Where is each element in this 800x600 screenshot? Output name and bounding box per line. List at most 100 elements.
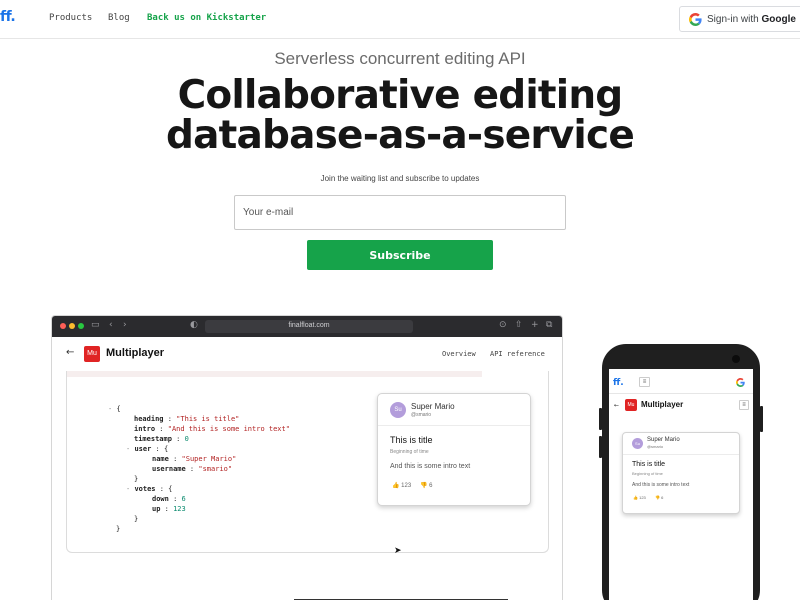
multiplayer-logo: Mu: [84, 346, 100, 362]
code-line-open: - {: [108, 404, 121, 414]
hero-headline: Collaborative editing database-as-a-serv…: [0, 76, 800, 156]
download-icon: ⊙: [499, 320, 507, 330]
phone-downvote-count: 6: [661, 495, 664, 500]
code-string: "Super Mario": [181, 455, 237, 463]
code-brace: }: [134, 475, 139, 483]
phone-menu-icon: ≡: [639, 377, 650, 387]
code-brace: {: [116, 405, 121, 413]
code-line-username: username : "smario": [152, 465, 233, 473]
sidebar-icon: ▭: [91, 320, 100, 330]
thumbs-down-icon: 👎: [420, 483, 428, 489]
code-brace: {: [168, 485, 173, 493]
tabs-overview-icon: ⧉: [546, 320, 553, 330]
code-line-heading: heading : "This is title": [134, 415, 240, 423]
signin-prefix: Sign-in with: [707, 14, 762, 25]
email-input[interactable]: [234, 195, 566, 230]
back-arrow-icon: ←: [66, 347, 75, 358]
code-line-timestamp: timestamp : 0: [134, 435, 189, 443]
code-key: down: [152, 495, 169, 503]
code-brace: {: [163, 445, 169, 453]
phone-upvote-count: 123: [639, 495, 646, 500]
browser-mockup: ▭ ‹ › ◐ finalfloat.com ⊙ ⇧ + ⧉ ← Mu Mult…: [51, 315, 563, 600]
google-signin-label: Sign-in with Google: [707, 14, 796, 25]
nav-link-kickstarter[interactable]: Back us on Kickstarter: [147, 13, 266, 23]
address-bar: finalfloat.com: [205, 320, 413, 333]
code-brace: }: [134, 515, 139, 523]
code-brace: }: [116, 525, 121, 533]
phone-app-title: Multiplayer: [641, 400, 684, 409]
code-string: "This is title": [176, 415, 240, 423]
window-minimize-dot: [69, 323, 75, 329]
upvote-button[interactable]: 👍 123: [392, 482, 411, 489]
downvote-count: 6: [429, 483, 433, 489]
phone-card-author-handle: @smario: [647, 444, 664, 449]
card-author-handle: @smario: [411, 412, 432, 418]
new-tab-icon: +: [531, 320, 539, 330]
code-key: name: [152, 455, 169, 463]
share-icon: ⇧: [515, 320, 523, 330]
window-zoom-dot: [78, 323, 84, 329]
code-number: 6: [181, 495, 186, 503]
phone-card-intro: And this is some intro text: [632, 482, 690, 488]
code-line-up: up : 123: [152, 505, 186, 513]
browser-titlebar: ▭ ‹ › ◐ finalfloat.com ⊙ ⇧ + ⧉: [52, 316, 562, 337]
top-navbar: ff. Products Blog Back us on Kickstarter…: [0, 0, 800, 39]
phone-downvote-button: 👎 6: [655, 495, 663, 500]
code-line-user: - user : {: [126, 445, 169, 453]
thumbs-up-icon: 👍: [392, 483, 400, 489]
headline-line-1: Collaborative editing: [177, 73, 624, 118]
waiting-list-text: Join the waiting list and subscribe to u…: [320, 174, 480, 183]
upvote-count: 123: [401, 483, 412, 489]
thumbs-down-icon: 👎: [655, 495, 660, 500]
nav-link-blog[interactable]: Blog: [108, 13, 130, 23]
google-icon: [689, 13, 702, 26]
collapse-toggle: -: [126, 485, 131, 493]
collapse-toggle: -: [126, 445, 131, 453]
subscribe-button[interactable]: Subscribe: [307, 240, 493, 270]
headline-line-2: database-as-a-service: [166, 113, 635, 158]
code-line-intro: intro : "And this is some intro text": [134, 425, 290, 433]
phone-back-arrow-icon: ←: [614, 402, 620, 409]
mouse-cursor-icon: ➤: [394, 546, 402, 556]
code-key: votes: [134, 485, 156, 493]
phone-nav-divider: [609, 393, 753, 394]
phone-camera: [732, 355, 740, 363]
code-key: heading: [134, 415, 164, 423]
card-author-name: Super Mario: [411, 402, 455, 411]
app-title: Multiplayer: [106, 347, 165, 359]
address-url: finalfloat.com: [288, 322, 330, 329]
code-key: up: [152, 505, 161, 513]
code-line-close: }: [116, 524, 120, 534]
code-key: username: [152, 465, 186, 473]
nav-link-products[interactable]: Products: [49, 13, 92, 23]
phone-mockup: ff. ≡ ← Mu Multiplayer ≡ Su Super Mario …: [602, 344, 760, 600]
site-logo[interactable]: ff.: [0, 9, 16, 25]
code-line-votes: - votes : {: [126, 485, 173, 493]
avatar: Su: [632, 438, 643, 449]
card-divider: [378, 425, 530, 426]
phone-screen: ff. ≡ ← Mu Multiplayer ≡ Su Super Mario …: [609, 369, 753, 600]
nav-back-icon: ‹: [109, 320, 113, 330]
google-signin-button[interactable]: Sign-in with Google: [679, 6, 800, 32]
code-number: 0: [184, 435, 189, 443]
nav-forward-icon: ›: [123, 320, 127, 330]
card-intro: And this is some intro text: [390, 463, 471, 470]
code-line-name: name : "Super Mario": [152, 455, 237, 463]
code-key: timestamp: [134, 435, 172, 443]
phone-card-divider: [623, 454, 739, 455]
phone-google-icon: [736, 378, 745, 387]
tab-overview: Overview: [442, 350, 476, 358]
code-key: user: [134, 445, 152, 453]
phone-card-subtitle: Beginning of time: [632, 471, 663, 476]
code-line-down: down : 6: [152, 495, 186, 503]
signin-brand: Google: [761, 14, 796, 25]
code-number: 123: [173, 505, 186, 513]
code-string: "smario": [198, 465, 233, 473]
preview-card: Su Super Mario @smario This is title Beg…: [377, 393, 531, 506]
collapse-toggle: -: [108, 405, 113, 413]
phone-upvote-button: 👍 123: [633, 495, 646, 500]
window-close-dot: [60, 323, 66, 329]
code-line-votes-close: }: [134, 514, 138, 524]
downvote-button[interactable]: 👎 6: [420, 482, 433, 489]
thumbs-up-icon: 👍: [633, 495, 638, 500]
